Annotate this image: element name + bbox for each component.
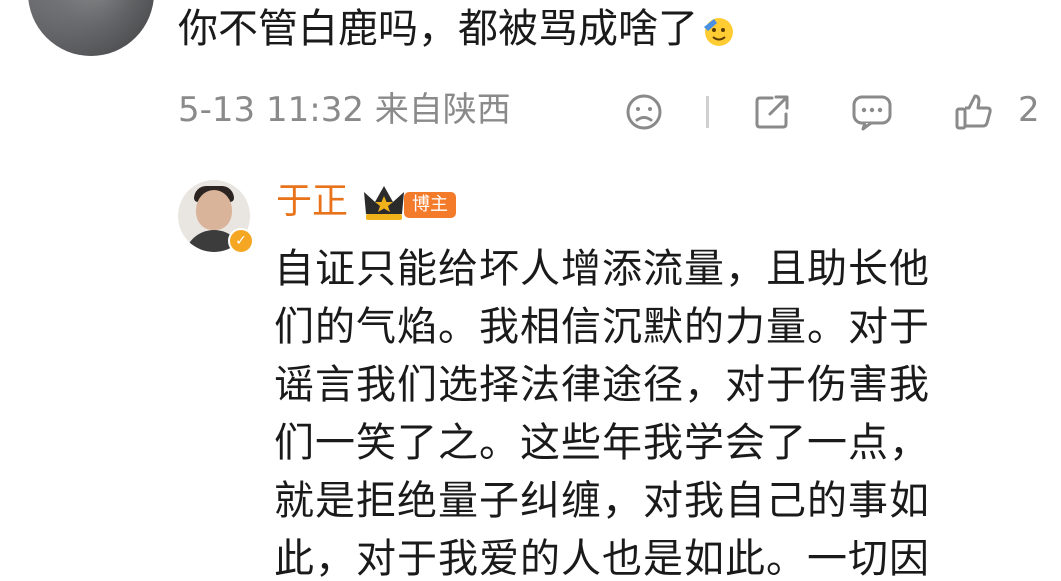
dislike-face-icon[interactable] [622,90,666,134]
reply-line: 们的气焰。我相信沉默的力量。对于 [274,304,930,350]
salute-face-emoji-icon [704,18,733,46]
like-thumb-icon[interactable] [952,90,996,134]
share-icon[interactable] [750,90,794,134]
like-count: 2 [1018,90,1040,130]
commenter-avatar[interactable] [28,0,154,56]
avatar-shade [28,0,154,56]
timestamp-location: 5-13 11:32 来自陕西 [178,90,511,130]
crown-icon [364,186,404,220]
reply-line: 们一笑了之。这些年我学会了一点， [274,420,930,466]
meta-divider [706,96,709,128]
reply-author-name[interactable]: 于正 [276,180,348,224]
comment-body: 你不管白鹿吗，都被骂成啥了 [178,4,736,54]
reply-line: 此，对于我爱的人也是如此。一切因 [274,536,930,581]
comment-icon[interactable] [850,90,894,134]
reply-line: 就是拒绝量子纠缠，对我自己的事如 [274,478,930,524]
reply-body: 自证只能给坏人增添流量，且助长他 们的气焰。我相信沉默的力量。对于 谣言我们选择… [274,240,1004,581]
reply-line: 谣言我们选择法律途径，对于伤害我 [274,362,930,408]
blogger-badge: 博主 [404,192,456,218]
avatar-face [196,190,232,230]
comment-text: 你不管白鹿吗，都被骂成啥了 [178,6,698,52]
verified-v-icon: ✓ [228,228,254,254]
comment-meta-row: 5-13 11:32 来自陕西 2 [178,86,1040,134]
reply-line: 自证只能给坏人增添流量，且助长他 [274,246,930,292]
